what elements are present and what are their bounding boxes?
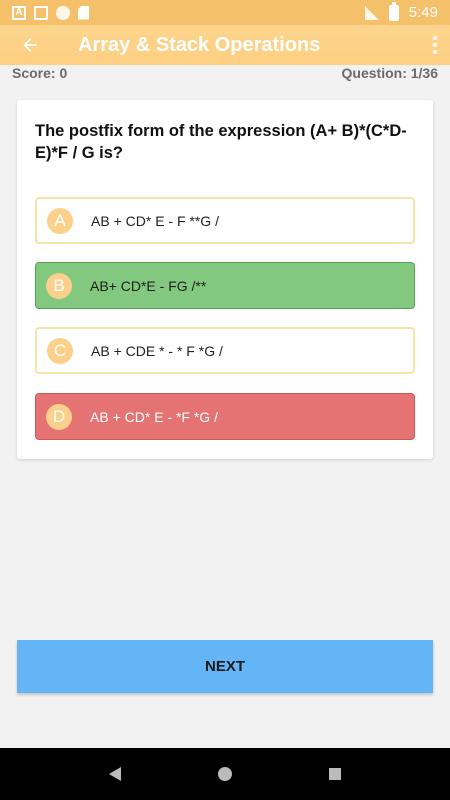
page-title: Array & Stack Operations [78,33,321,56]
option-a-letter: A [47,207,73,234]
signal-icon [364,5,379,20]
question-counter: Question: 1/36 [341,65,438,81]
option-c-text: AB + CDE * - * F *G / [91,342,223,359]
more-options-button[interactable] [420,25,450,65]
option-b-letter: B [46,272,72,299]
question-text: The postfix form of the expression (A+ B… [35,122,407,162]
arrow-back-icon [23,38,37,52]
nav-home-icon[interactable] [217,767,232,781]
a-notification-icon: A [12,5,26,20]
nav-recents-icon[interactable] [329,768,342,780]
option-a-text: AB + CD* E - F **G / [91,212,219,229]
status-time: 5:49 [408,4,438,21]
score-line: Score: 0 Question: 1/36 [0,65,450,83]
option-d[interactable]: D AB + CD* E - *F *G / [35,393,415,440]
system-nav-bar [0,748,450,800]
option-c-letter: C [47,337,73,364]
score-label: Score: 0 [12,65,68,81]
option-b[interactable]: B AB+ CD*E - FG /** [35,262,415,309]
status-bar: A 5:49 [0,0,450,25]
battery-icon [388,1,399,21]
next-button[interactable]: NEXT [17,640,433,693]
sd-card-icon [78,5,89,20]
question-card: The postfix form of the expression (A+ B… [17,100,433,459]
circle-notification-icon [56,5,70,20]
app-bar: Array & Stack Operations [0,25,450,65]
option-a[interactable]: A AB + CD* E - F **G / [35,197,415,244]
back-button[interactable] [0,25,60,65]
option-b-text: AB+ CD*E - FG /** [90,277,207,294]
more-vert-icon [433,36,437,40]
option-d-text: AB + CD* E - *F *G / [90,408,218,425]
gmail-icon [34,5,48,20]
nav-back-icon[interactable] [108,767,121,781]
option-d-letter: D [46,403,72,430]
option-c[interactable]: C AB + CDE * - * F *G / [35,327,415,374]
